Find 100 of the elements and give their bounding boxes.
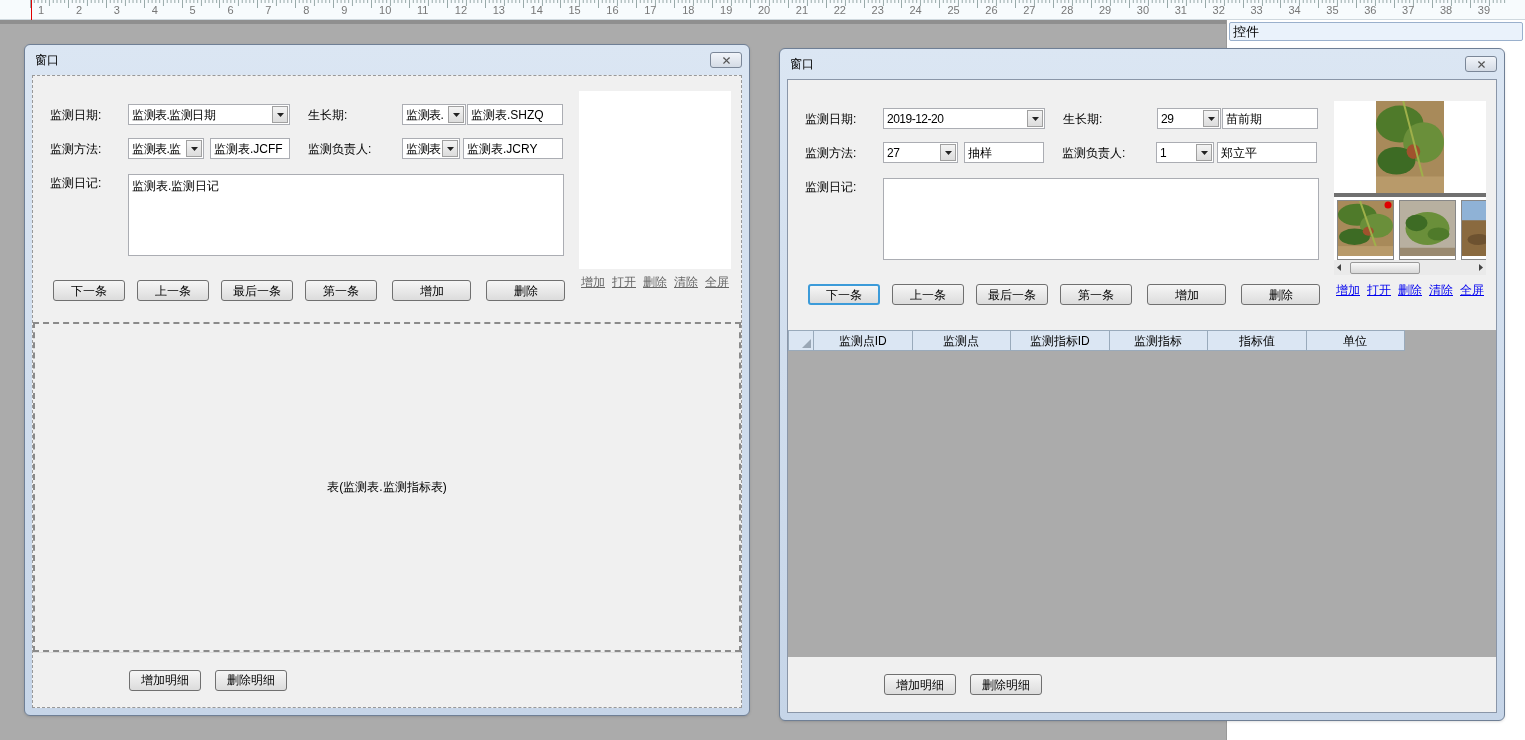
dropdown[interactable]: 2019-12-20 [883,108,1045,129]
nav-button[interactable]: 第一条 [1060,284,1132,305]
ruler-number: 12 [454,5,468,16]
column-header[interactable]: 监测指标 [1109,330,1208,351]
image-link[interactable]: 打开 [612,273,636,291]
nav-button[interactable]: 增加 [392,280,471,301]
close-icon [1475,58,1487,70]
dropdown[interactable]: 27 [883,142,958,163]
dropdown[interactable]: 监测表 [402,138,460,159]
dropdown[interactable]: 监测表.监测日期 [128,104,290,125]
nav-button[interactable]: 删除 [486,280,565,301]
ruler-number: 27 [1023,5,1036,16]
dropdown[interactable]: 监测表. [402,104,466,125]
detail-button[interactable]: 删除明细 [215,669,287,691]
column-header[interactable]: 监测点 [912,330,1011,351]
caret-icon [1207,116,1215,121]
nav-button[interactable]: 删除 [1241,284,1320,305]
field-label: 生长期: [308,106,349,124]
caret-icon [1200,150,1208,155]
field-label: 监测日期: [50,106,103,124]
field-label: 监测方法: [50,140,103,158]
ruler-number: 1 [38,5,45,16]
text-field[interactable]: 监测表.JCFF [210,138,290,159]
ruler-number: 19 [720,5,733,16]
image-link[interactable]: 全屏 [1460,281,1484,299]
ruler-number: 6 [227,5,234,16]
ruler-number: 32 [1212,5,1225,16]
image-link[interactable]: 清除 [1429,281,1453,299]
image-link[interactable]: 全屏 [705,273,729,291]
corner-icon [802,339,811,348]
close-button[interactable] [710,52,742,68]
image-link[interactable]: 增加 [1336,281,1360,299]
ruler-number: 15 [568,5,581,16]
window-title: 窗口 [34,52,59,69]
column-header[interactable]: 指标值 [1208,330,1307,351]
ruler-number: 17 [644,5,657,16]
ruler-number: 39 [1477,5,1491,16]
image-link[interactable]: 增加 [581,273,605,291]
ruler-number: 22 [833,5,846,16]
nav-button[interactable]: 最后一条 [976,284,1048,305]
column-header[interactable]: 监测指标ID [1011,330,1110,351]
ruler-number: 9 [341,5,348,16]
ruler-number: 23 [871,5,884,16]
window-title: 窗口 [789,56,814,73]
ruler-number: 3 [113,5,120,16]
caret-icon [190,146,198,151]
field-label: 监测负责人: [308,140,373,158]
ruler-number: 25 [947,5,960,16]
nav-button[interactable]: 增加 [1147,284,1226,305]
ruler-number: 30 [1136,5,1150,16]
field-label: 监测负责人: [1062,144,1127,162]
nav-button[interactable]: 最后一条 [221,280,293,301]
ruler-number: 28 [1061,5,1074,16]
text-field[interactable]: 监测表.JCRY [463,138,563,159]
field-label: 监测方法: [805,144,858,162]
close-icon [720,54,732,66]
ruler-number: 7 [265,5,272,16]
scroll-right-icon[interactable] [1479,264,1483,271]
ruler-number: 14 [530,5,543,16]
dropdown[interactable]: 1 [1156,142,1214,163]
horizontal-scrollbar[interactable] [1334,260,1486,275]
detail-button[interactable]: 删除明细 [970,674,1042,695]
nav-button[interactable]: 下一条 [808,284,880,305]
diary-textarea[interactable]: 监测表.监测日记 [128,174,564,256]
detail-button[interactable]: 增加明细 [129,669,201,691]
dropdown[interactable]: 29 [1157,108,1221,129]
diary-textarea[interactable] [883,178,1319,260]
nav-button[interactable]: 上一条 [137,280,209,301]
ruler-number: 18 [682,5,695,16]
table-placeholder-text: 表(监测表.监测指标表) [327,479,447,496]
detail-button[interactable]: 增加明细 [884,674,956,695]
ruler-number: 29 [1098,5,1112,16]
text-field[interactable]: 郑立平 [1217,142,1317,163]
ruler-number: 11 [416,5,429,16]
nav-button[interactable]: 下一条 [53,280,125,301]
ruler-number: 31 [1174,5,1187,16]
ruler-number: 37 [1402,5,1415,16]
dropdown[interactable]: 监测表.监 [128,138,204,159]
column-header[interactable]: 单位 [1306,330,1405,351]
text-field[interactable]: 监测表.SHZQ [467,104,563,125]
nav-button[interactable]: 上一条 [892,284,964,305]
column-header[interactable]: 监测点ID [814,330,913,351]
text-field[interactable]: 苗前期 [1222,108,1318,129]
text-field[interactable]: 抽样 [964,142,1044,163]
caret-icon [446,146,454,151]
ruler-number: 5 [189,5,196,16]
close-button[interactable] [1465,56,1497,72]
ruler-number: 21 [795,5,809,16]
image-link[interactable]: 删除 [1398,281,1422,299]
image-link[interactable]: 打开 [1367,281,1391,299]
ruler-number: 2 [75,5,82,16]
scroll-left-icon[interactable] [1337,264,1341,271]
caret-icon [944,150,952,155]
ruler-number: 35 [1326,5,1339,16]
nav-button[interactable]: 第一条 [305,280,377,301]
image-link[interactable]: 删除 [643,273,667,291]
caret-icon [276,112,284,117]
image-link[interactable]: 清除 [674,273,698,291]
ruler-number: 13 [492,5,505,16]
ruler-number: 36 [1364,5,1377,16]
